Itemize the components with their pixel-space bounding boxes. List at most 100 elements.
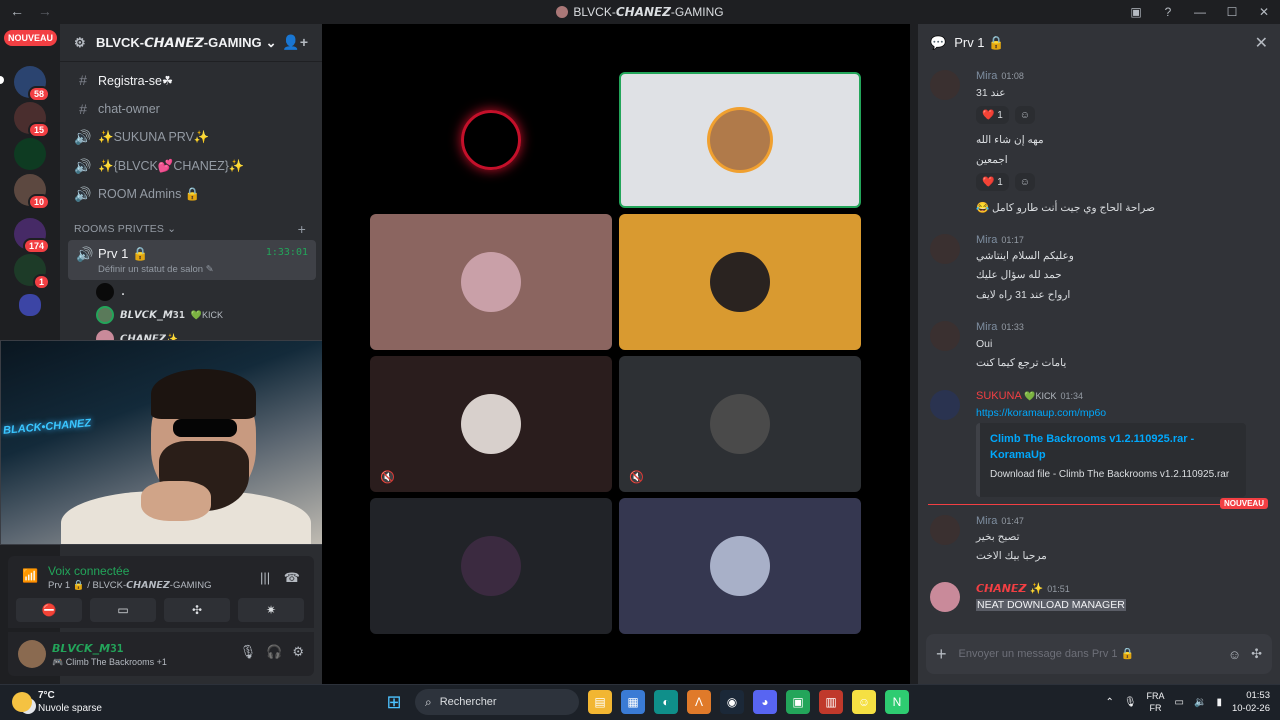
add-reaction-icon[interactable]: ☺ [1014, 173, 1035, 191]
author-name[interactable]: Mira [976, 321, 997, 333]
message-header: Mira 01:33 [976, 321, 1024, 333]
avatar[interactable] [18, 640, 46, 668]
gear-icon[interactable]: ⚙ [292, 644, 304, 660]
headphones-icon[interactable]: 🎧 [266, 644, 282, 660]
microphone-icon[interactable]: 🎙 [240, 644, 257, 660]
maximize-button[interactable]: ☐ [1216, 0, 1248, 24]
taskbar-app-icon[interactable]: ◕ [753, 690, 777, 714]
participant-tile[interactable] [370, 72, 612, 208]
taskbar-app-icon[interactable]: Λ [687, 690, 711, 714]
voice-status-subtitle[interactable]: Prv 1 🔒 / BLVCK-𝘾𝙃𝘼𝙉𝙀𝙕-GAMING [48, 580, 211, 591]
channel-sukuna-prv[interactable]: 🔊 ✨SUKUNA PRV✨ [74, 125, 209, 149]
add-channel-icon[interactable]: + [298, 221, 306, 237]
add-reaction-icon[interactable]: ☺ [1014, 106, 1035, 124]
attach-plus-icon[interactable]: + [936, 644, 947, 665]
participant-tile[interactable]: 🔇 [370, 356, 612, 492]
microphone-icon[interactable]: 🎙 [1124, 697, 1137, 708]
inbox-icon[interactable]: ▣ [1120, 0, 1152, 24]
category-rooms-privtes[interactable]: ROOMS PRIVTES ⌄ + [74, 221, 314, 237]
voice-status-title[interactable]: Voix connectée [48, 564, 129, 578]
channel-status[interactable]: Définir un statut de salon ✎ [98, 264, 214, 275]
server-icon[interactable]: 174 [14, 218, 50, 254]
participant-tile[interactable] [370, 214, 612, 350]
taskbar-app-icon[interactable]: ▥ [819, 690, 843, 714]
noise-suppression-icon[interactable]: ||| [260, 570, 270, 585]
battery-icon[interactable]: ▮ [1216, 697, 1222, 708]
voice-user[interactable]: . [96, 282, 126, 302]
close-icon[interactable]: ✕ [1255, 33, 1268, 53]
channel-registra-se[interactable]: # Registra-se☘ [74, 68, 173, 92]
neon-sign: BLACK•CHANEZ [2, 417, 92, 437]
server-icon[interactable]: 10 [14, 174, 50, 210]
server-avatar-icon [556, 6, 569, 18]
start-icon[interactable]: ⊞ [382, 690, 406, 714]
channel-blvck-chanez[interactable]: 🔊 ✨{BLVCK💕CHANEZ}✨ [74, 154, 244, 178]
clock[interactable]: 01:53 10-02-26 [1232, 689, 1270, 715]
avatar[interactable] [930, 515, 960, 545]
avatar[interactable] [930, 321, 960, 351]
embed-title[interactable]: Climb The Backrooms v1.2.110925.rar - Ko… [990, 431, 1236, 463]
avatar[interactable] [930, 70, 960, 100]
channel-chat-owner[interactable]: # chat-owner [74, 97, 160, 121]
reaction-heart[interactable]: ❤️ 1 [976, 106, 1009, 124]
link-embed: Climb The Backrooms v1.2.110925.rar - Ko… [976, 423, 1246, 497]
username[interactable]: 𝘽𝙇𝙑𝘾𝙆_𝙈31 [52, 642, 123, 655]
help-icon[interactable]: ? [1152, 0, 1184, 24]
avatar [96, 306, 114, 324]
taskbar-app-icon[interactable]: ▤ [588, 690, 612, 714]
soundboard-button[interactable]: ✷ [238, 598, 304, 622]
server-icon[interactable]: 15 [14, 102, 50, 138]
activities-button[interactable]: ✣ [164, 598, 230, 622]
disconnect-icon[interactable]: ☎ [284, 570, 300, 585]
server-icon[interactable]: 58 [14, 66, 50, 102]
participant-tile[interactable] [619, 72, 861, 208]
apps-icon[interactable]: ✣ [1251, 646, 1262, 662]
participant-tile[interactable]: 🔇 [619, 356, 861, 492]
author-name[interactable]: Mira [976, 234, 997, 246]
network-icon[interactable]: ▭ [1175, 697, 1184, 708]
active-voice-channel[interactable]: 🔊 Prv 1 🔒 1:33:01 Définir un statut de s… [68, 240, 316, 280]
participant-tile[interactable] [619, 498, 861, 634]
screen-share-button[interactable]: ▭ [90, 598, 156, 622]
reaction-heart[interactable]: ❤️ 1 [976, 173, 1009, 191]
window-title: BLVCK-𝘾𝙃𝘼𝙉𝙀𝙕-GAMING [0, 5, 1280, 19]
taskbar-app-icon[interactable]: N [885, 690, 909, 714]
taskbar-search[interactable]: ⌕ Rechercher [415, 689, 579, 715]
windows-taskbar: 7°C Nuvole sparse ⊞ ⌕ Rechercher ▤ ▦ ◐ Λ ◉ ◕ ▣ ▥ ☺… [0, 684, 1280, 720]
avatar[interactable] [930, 390, 960, 420]
message-input[interactable] [958, 648, 1218, 660]
signal-icon[interactable]: 📶 [22, 568, 38, 584]
author-name[interactable]: Mira [976, 515, 997, 527]
taskbar-app-icon[interactable]: ▣ [786, 690, 810, 714]
taskbar-app-icon[interactable]: ◐ [654, 690, 678, 714]
server-icon[interactable]: 1 [14, 254, 50, 290]
weather-widget[interactable]: 7°C Nuvole sparse [12, 689, 102, 715]
server-icon[interactable] [14, 138, 46, 170]
invite-icon[interactable]: 👤+ [282, 34, 308, 51]
participant-tile[interactable] [370, 498, 612, 634]
avatar[interactable] [930, 234, 960, 264]
channel-room-admins[interactable]: 🔊 ROOM Admins 🔒 [74, 182, 200, 206]
close-button[interactable]: ✕ [1248, 0, 1280, 24]
author-name[interactable]: 𝘾𝙃𝘼𝙉𝙀𝙕 ✨ [976, 583, 1043, 595]
author-name[interactable]: SUKUNA [976, 390, 1021, 402]
emoji-icon[interactable]: ☺ [1228, 647, 1241, 662]
participant-tile[interactable] [619, 214, 861, 350]
taskbar-app-icon[interactable]: ☺ [852, 690, 876, 714]
message-link[interactable]: https://koramaup.com/mp6o [976, 407, 1106, 419]
camera-button[interactable]: ⛔ [16, 598, 82, 622]
folder-icon[interactable] [19, 294, 41, 316]
language-indicator[interactable]: FRA FR [1147, 690, 1165, 714]
taskbar-app-icon[interactable]: ◉ [720, 690, 744, 714]
volume-icon[interactable]: 🔉 [1194, 697, 1206, 708]
chevron-up-icon[interactable]: ⌃ [1105, 697, 1113, 708]
author-name[interactable]: Mira [976, 70, 997, 82]
voice-user[interactable]: 𝘽𝙇𝙑𝘾𝙆_𝙈31 💚KICK [96, 305, 223, 325]
new-messages-pill[interactable]: NOUVEAU [4, 30, 58, 46]
minimize-button[interactable]: — [1184, 0, 1216, 24]
message-header: Mira 01:47 [976, 515, 1024, 527]
guild-header[interactable]: ⚙ BLVCK-𝘾𝙃𝘼𝙉𝙀𝙕-GAMING ⌄ 👤+ [60, 24, 322, 62]
avatar[interactable] [930, 582, 960, 612]
taskbar-app-icon[interactable]: ▦ [621, 690, 645, 714]
text-channel-icon: # [79, 72, 87, 88]
